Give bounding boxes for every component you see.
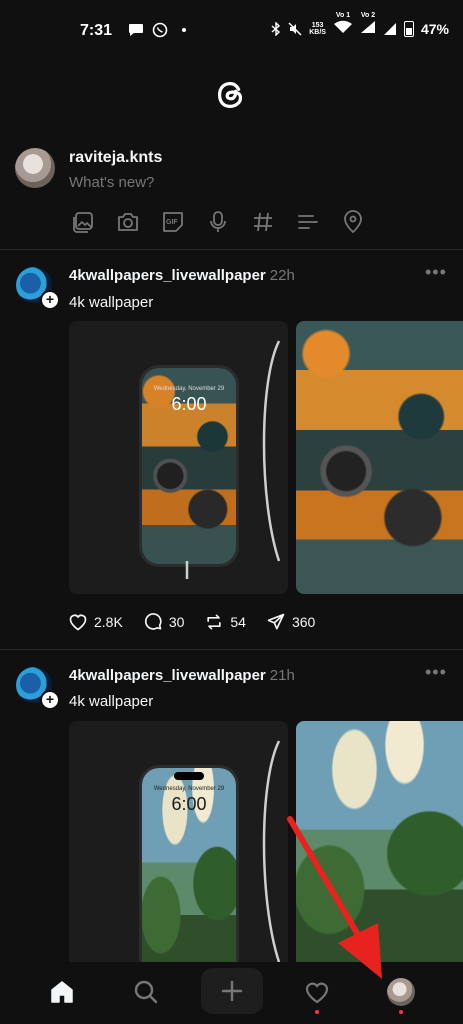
activity-heart-icon	[305, 982, 329, 1004]
share-icon	[267, 613, 285, 630]
post-time: 22h	[269, 267, 295, 284]
network-speed: 153 KB/S	[309, 21, 326, 36]
battery-icon	[403, 20, 414, 37]
search-icon	[134, 980, 158, 1004]
composer-input[interactable]: What's new?	[69, 174, 154, 191]
poll-icon[interactable]	[295, 209, 320, 234]
notification-dot	[315, 1010, 319, 1014]
nav-activity[interactable]	[297, 972, 337, 1014]
share-button[interactable]: 360	[266, 612, 315, 632]
post-image[interactable]	[296, 321, 463, 594]
clock: 7:31	[80, 22, 113, 39]
sim1-wifi-indicator: Vo 1	[333, 12, 353, 37]
post-image[interactable]: Wednesday, November 29 6:00	[69, 721, 288, 962]
post-text: 4k wallpaper	[69, 693, 154, 710]
post-image[interactable]	[296, 721, 463, 962]
gallery-icon[interactable]	[70, 209, 95, 234]
heart-icon	[69, 614, 87, 631]
battery-percent: 47%	[420, 20, 449, 37]
composer-avatar[interactable]	[15, 148, 55, 188]
create-icon	[221, 980, 243, 1002]
repost-icon	[207, 614, 222, 630]
signal-icon	[383, 22, 396, 35]
divider	[0, 649, 463, 650]
more-options-icon[interactable]: •••	[425, 262, 447, 283]
nav-home[interactable]	[42, 972, 82, 1012]
post-text: 4k wallpaper	[69, 294, 154, 311]
profile-avatar	[387, 978, 415, 1006]
notification-dot	[399, 1010, 403, 1014]
location-icon[interactable]	[340, 209, 365, 234]
post-username[interactable]: 4kwallpapers_livewallpaper 22h	[69, 267, 295, 284]
composer-username: raviteja.knts	[69, 149, 163, 166]
status-bar: 7:31 153 KB/S Vo 1 Vo 2 47%	[0, 0, 463, 60]
wifi-icon	[333, 20, 352, 33]
nav-create[interactable]	[201, 968, 263, 1014]
more-notifications-dot	[182, 28, 186, 32]
post-actions: 2.8K 30 54 360	[68, 612, 335, 632]
notification-icons	[128, 22, 186, 38]
comment-button[interactable]: 30	[143, 612, 184, 632]
lte-signal-icon	[360, 21, 375, 33]
comment-icon	[144, 613, 162, 630]
follow-plus-icon[interactable]: +	[40, 690, 60, 710]
mic-icon[interactable]	[205, 209, 230, 234]
svg-text:GIF: GIF	[166, 219, 178, 226]
bluetooth-icon	[271, 21, 281, 36]
whatsapp-icon	[152, 22, 168, 38]
composer-toolbar: GIF	[70, 209, 365, 234]
sim2-indicator: Vo 2	[360, 12, 376, 37]
follow-plus-icon[interactable]: +	[40, 290, 60, 310]
hashtag-icon[interactable]	[250, 209, 275, 234]
camera-icon[interactable]	[115, 209, 140, 234]
repost-button[interactable]: 54	[204, 612, 246, 632]
threads-logo[interactable]	[212, 76, 250, 114]
home-icon	[51, 981, 73, 1003]
mute-icon	[288, 21, 302, 36]
more-options-icon[interactable]: •••	[425, 662, 447, 683]
post-image[interactable]: Wednesday, November 29 6:00	[69, 321, 288, 594]
bottom-nav	[0, 962, 463, 1024]
post-username[interactable]: 4kwallpapers_livewallpaper 21h	[69, 667, 295, 684]
nav-profile[interactable]	[381, 972, 421, 1014]
chat-bubble-icon	[129, 24, 143, 36]
like-button[interactable]: 2.8K	[68, 612, 123, 632]
nav-search[interactable]	[126, 972, 166, 1012]
post-time: 21h	[269, 667, 295, 684]
system-indicators: 153 KB/S Vo 1 Vo 2 47%	[271, 12, 449, 37]
gif-icon[interactable]: GIF	[160, 209, 185, 234]
divider	[0, 249, 463, 250]
